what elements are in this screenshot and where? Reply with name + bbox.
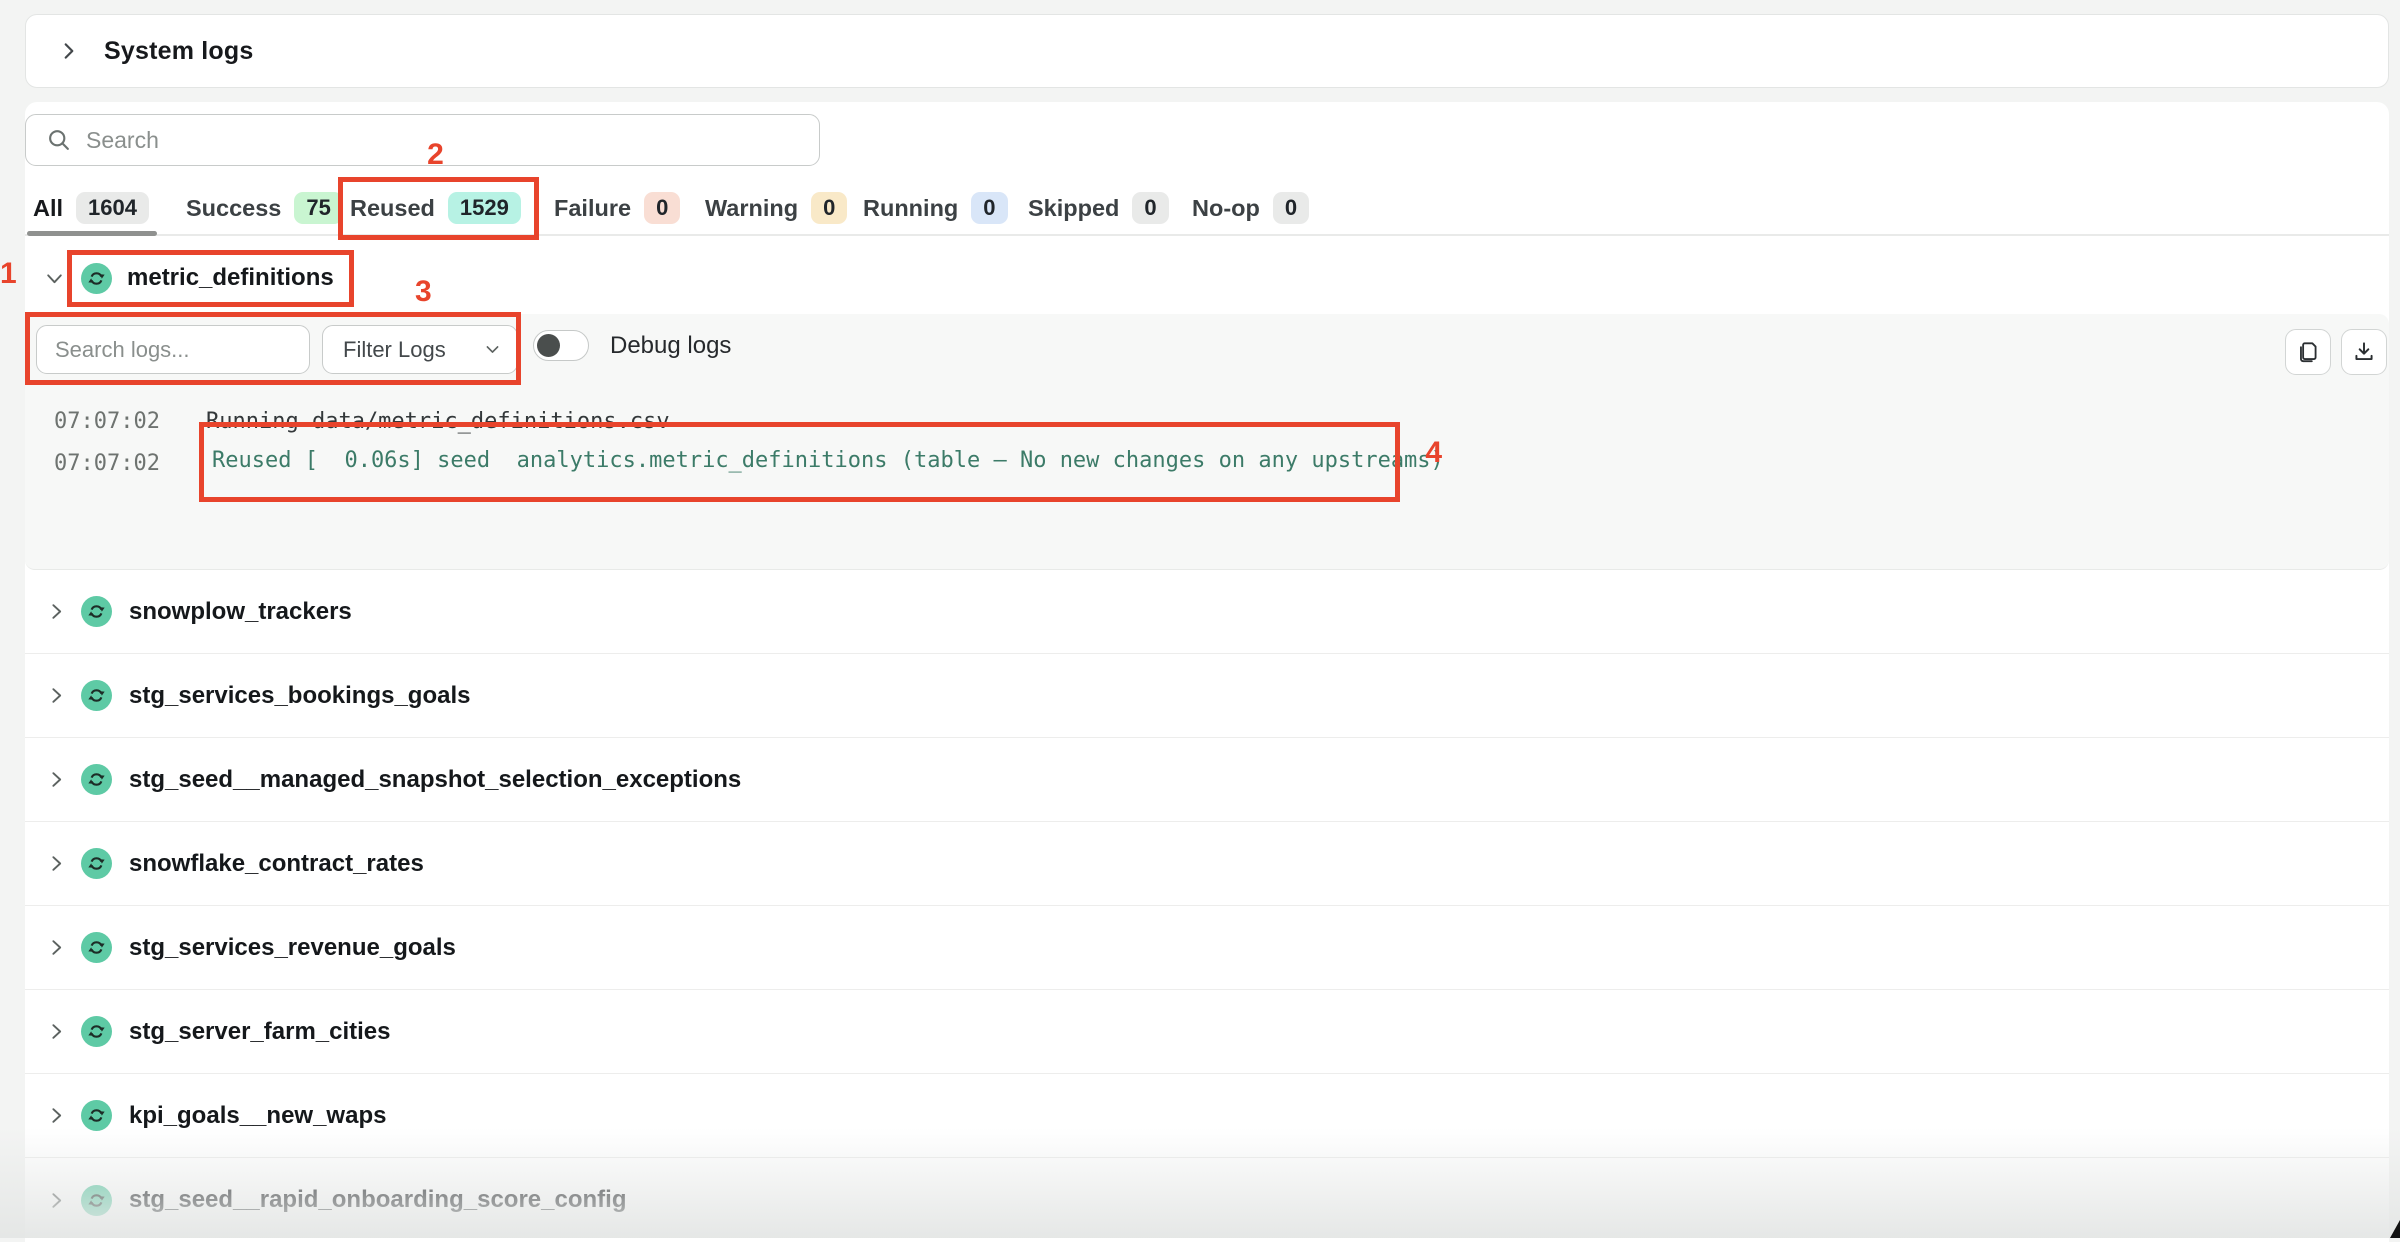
- system-logs-page: System logs All 1604 Success 75 Reused 1…: [0, 0, 2400, 1238]
- chevron-down-icon: [484, 341, 501, 358]
- model-name: stg_server_farm_cities: [129, 1018, 391, 1046]
- model-row-stg_seed__rapid_onboarding_score_config[interactable]: stg_seed__rapid_onboarding_score_config: [25, 1158, 2389, 1242]
- chevron-right-icon[interactable]: [46, 937, 67, 958]
- annotation-label-3: 3: [415, 275, 432, 309]
- log-timestamp: 07:07:02: [54, 451, 160, 476]
- reused-status-icon: [81, 1016, 112, 1047]
- tab-all[interactable]: All 1604: [33, 186, 149, 230]
- tab-failure[interactable]: Failure 0: [554, 186, 680, 230]
- expanded-model-row[interactable]: 1 metric_definitions: [44, 247, 352, 309]
- log-search-box[interactable]: [36, 325, 310, 374]
- download-icon: [2351, 339, 2377, 365]
- toggle-knob: [537, 334, 560, 357]
- tab-label: Reused: [350, 195, 435, 222]
- tab-reused[interactable]: Reused 1529 2: [350, 186, 521, 230]
- tab-count-badge: 0: [1273, 192, 1309, 224]
- model-name: metric_definitions: [127, 264, 334, 292]
- model-row-kpi_goals__new_waps[interactable]: kpi_goals__new_waps: [25, 1074, 2389, 1158]
- reused-status-icon: [81, 596, 112, 627]
- tab-no-op[interactable]: No-op 0: [1192, 186, 1309, 230]
- model-chip[interactable]: metric_definitions: [69, 254, 352, 303]
- reused-log-anchor: 4 Reused [ 0.06s] seed analytics.metric_…: [206, 435, 1390, 489]
- tab-label: Success: [186, 195, 281, 222]
- model-row-snowflake_contract_rates[interactable]: snowflake_contract_rates: [25, 822, 2389, 906]
- chevron-right-icon[interactable]: [46, 601, 67, 622]
- tab-success[interactable]: Success 75: [186, 186, 343, 230]
- model-row-stg_server_farm_cities[interactable]: stg_server_farm_cities: [25, 990, 2389, 1074]
- model-row-stg_services_revenue_goals[interactable]: stg_services_revenue_goals: [25, 906, 2389, 990]
- filter-logs-label: Filter Logs: [343, 337, 446, 363]
- search-icon: [46, 127, 72, 153]
- reused-status-icon: [81, 764, 112, 795]
- tab-count-badge: 0: [971, 192, 1007, 224]
- status-tabs: All 1604 Success 75 Reused 1529 2 Failur…: [0, 186, 2400, 236]
- reused-status-icon: [81, 848, 112, 879]
- model-name: snowplow_trackers: [129, 598, 352, 626]
- tab-label: Warning: [705, 195, 798, 222]
- model-rows-list: snowplow_trackers stg_services_bookings_…: [25, 570, 2389, 1242]
- page-title: System logs: [104, 37, 253, 66]
- tabs-divider: [25, 234, 2389, 236]
- model-row-snowplow_trackers[interactable]: snowplow_trackers: [25, 570, 2389, 654]
- annotation-label-1: 1: [0, 257, 17, 291]
- copy-icon: [2295, 339, 2321, 365]
- global-search[interactable]: [25, 114, 820, 166]
- log-controls-group: 3 Filter Logs: [25, 312, 521, 385]
- filter-logs-dropdown[interactable]: Filter Logs: [322, 325, 518, 374]
- chevron-right-icon[interactable]: [46, 1190, 67, 1211]
- log-message-reused: Reused [ 0.06s] seed analytics.metric_de…: [212, 448, 1444, 473]
- download-logs-button[interactable]: [2341, 329, 2387, 375]
- tab-count-badge: 0: [644, 192, 680, 224]
- search-input[interactable]: [86, 127, 686, 154]
- annotation-label-4: 4: [1425, 436, 1442, 470]
- chevron-right-icon[interactable]: [46, 1105, 67, 1126]
- annotation-label-2: 2: [427, 138, 444, 172]
- log-panel: 3 Filter Logs Debug logs: [25, 314, 2389, 570]
- tab-label: Skipped: [1028, 195, 1119, 222]
- chevron-down-icon[interactable]: [44, 268, 65, 289]
- tab-label: Failure: [554, 195, 631, 222]
- tab-skipped[interactable]: Skipped 0: [1028, 186, 1169, 230]
- log-search-input[interactable]: [55, 337, 285, 363]
- tab-count-badge: 1604: [76, 192, 149, 224]
- reused-status-icon: [81, 1100, 112, 1131]
- system-logs-header[interactable]: System logs: [25, 14, 2389, 88]
- model-row-stg_seed__managed_snapshot_selection_exceptions[interactable]: stg_seed__managed_snapshot_selection_exc…: [25, 738, 2389, 822]
- tab-count-badge: 0: [1132, 192, 1168, 224]
- log-timestamp: 07:07:02: [54, 409, 160, 434]
- chevron-right-icon[interactable]: [46, 685, 67, 706]
- chevron-right-icon[interactable]: [58, 40, 80, 62]
- model-name: stg_seed__rapid_onboarding_score_config: [129, 1186, 626, 1214]
- reused-status-icon: [81, 1185, 112, 1216]
- active-tab-underline: [27, 231, 157, 236]
- log-message: Running data/metric_definitions.csv: [206, 409, 670, 434]
- chevron-right-icon[interactable]: [46, 853, 67, 874]
- chevron-right-icon[interactable]: [46, 1021, 67, 1042]
- reused-status-icon: [81, 263, 112, 294]
- reused-status-icon: [81, 680, 112, 711]
- model-name: kpi_goals__new_waps: [129, 1102, 386, 1130]
- tab-warning[interactable]: Warning 0: [705, 186, 847, 230]
- tab-running[interactable]: Running 0: [863, 186, 1008, 230]
- tab-count-badge: 1529: [448, 192, 521, 224]
- tab-label: Running: [863, 195, 958, 222]
- model-row-stg_services_bookings_goals[interactable]: stg_services_bookings_goals: [25, 654, 2389, 738]
- debug-logs-toggle[interactable]: [533, 330, 589, 361]
- tab-count-badge: 0: [811, 192, 847, 224]
- copy-logs-button[interactable]: [2285, 329, 2331, 375]
- debug-logs-label: Debug logs: [610, 332, 731, 360]
- model-name: stg_services_revenue_goals: [129, 934, 456, 962]
- model-name: stg_services_bookings_goals: [129, 682, 470, 710]
- tab-label: No-op: [1192, 195, 1260, 222]
- chevron-right-icon[interactable]: [46, 769, 67, 790]
- model-name: snowflake_contract_rates: [129, 850, 424, 878]
- model-name: stg_seed__managed_snapshot_selection_exc…: [129, 766, 741, 794]
- reused-status-icon: [81, 932, 112, 963]
- tab-label: All: [33, 195, 63, 222]
- tab-count-badge: 75: [294, 192, 342, 224]
- corner-artifact: [2390, 1220, 2400, 1238]
